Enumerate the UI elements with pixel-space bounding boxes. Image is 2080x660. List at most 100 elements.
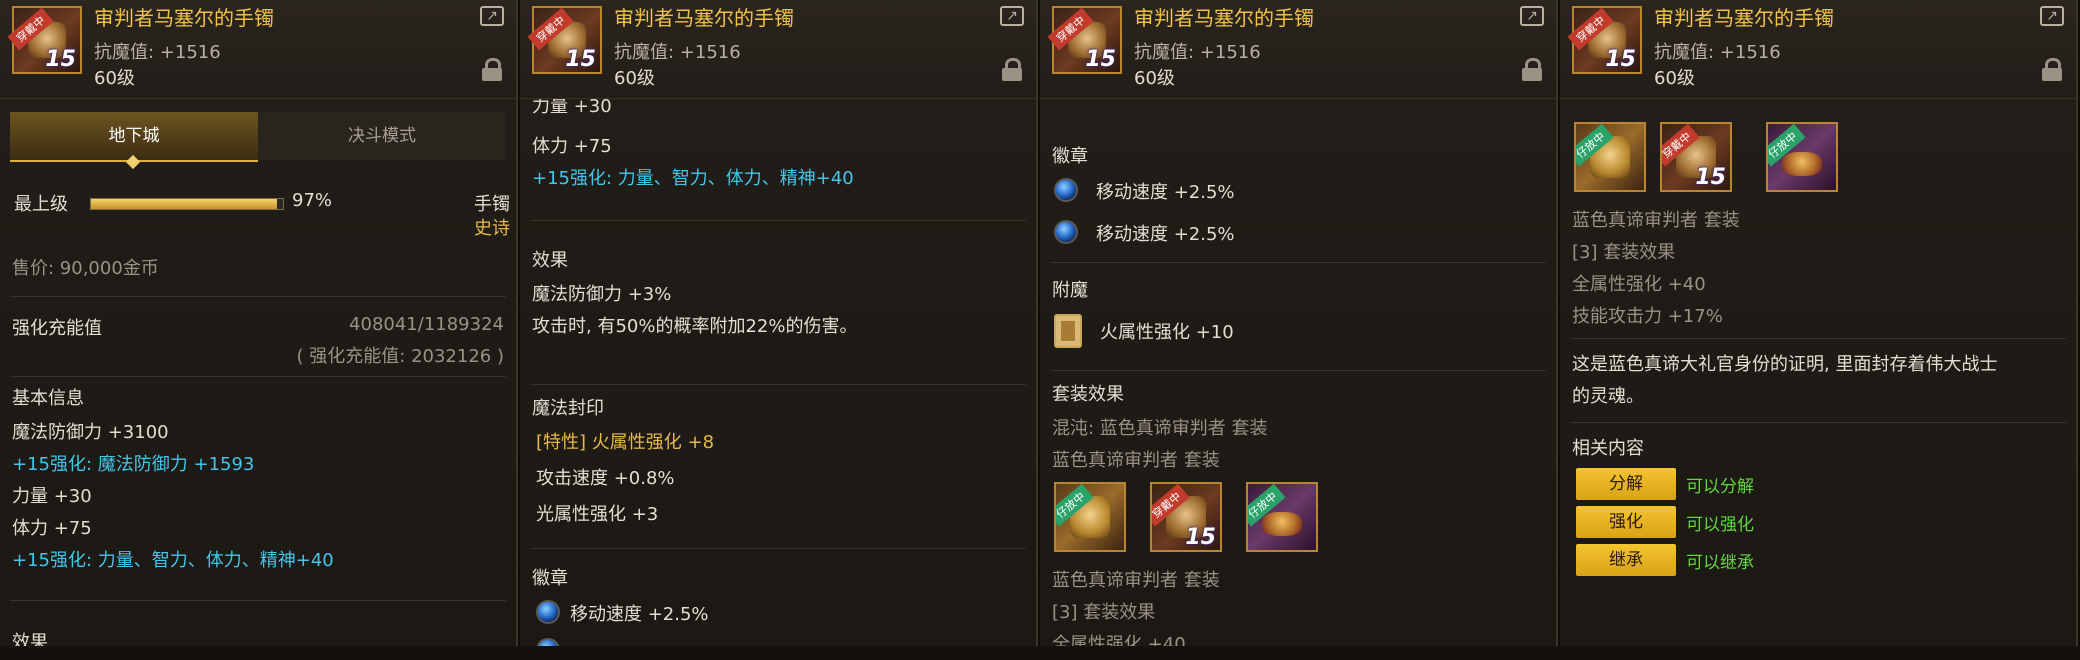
enhance-button[interactable]: 强化 bbox=[1576, 506, 1676, 538]
expand-icon[interactable]: ↗ bbox=[1000, 6, 1024, 26]
effect-title: 效果 bbox=[12, 632, 48, 646]
enchant-card-icon bbox=[1054, 314, 1082, 348]
emblem-icon bbox=[536, 600, 560, 624]
related-title: 相关内容 bbox=[1572, 438, 1644, 459]
tab-dungeon[interactable]: 地下城 bbox=[10, 112, 258, 162]
item-name: 审判者马塞尔的手镯 bbox=[1134, 6, 1314, 30]
effect-title: 效果 bbox=[532, 250, 568, 271]
basic-line: +15强化: 力量、智力、体力、精神+40 bbox=[12, 550, 334, 571]
tooltip-panel-1: 穿戴中 15 审判者马塞尔的手镯 抗魔值: +1516 60级 ↗ 地下城 决斗… bbox=[0, 0, 518, 646]
item-level: 60级 bbox=[614, 68, 655, 89]
inherit-button[interactable]: 继承 bbox=[1576, 544, 1676, 576]
charge-value: 408041/1189324 bbox=[349, 314, 504, 335]
stat-line: +15强化: 力量、智力、体力、精神+40 bbox=[532, 168, 854, 189]
background-strip bbox=[0, 646, 2080, 660]
emblem-line: 移动速度 +2.5% bbox=[570, 604, 709, 625]
basic-line: +15强化: 魔法防御力 +1593 bbox=[12, 454, 255, 475]
expand-icon[interactable]: ↗ bbox=[1520, 6, 1544, 26]
charge-sub: ( 强化充能值: 2032126 ) bbox=[296, 346, 504, 367]
set-bonus: [3] 套装效果 bbox=[1572, 242, 1676, 263]
divider bbox=[1570, 422, 2066, 423]
set-item-ring-icon[interactable]: 仔放中 bbox=[1246, 482, 1318, 552]
divider bbox=[530, 548, 1026, 549]
basic-info-title: 基本信息 bbox=[12, 388, 84, 409]
item-level: 60级 bbox=[94, 68, 135, 89]
seal-trait: [特性] 火属性强化 +8 bbox=[536, 432, 715, 453]
set-name: 蓝色真谛审判者 套装 bbox=[1052, 570, 1220, 591]
expand-icon[interactable]: ↗ bbox=[480, 6, 504, 26]
bracelet-icon: 穿戴中 15 bbox=[1047, 6, 1122, 74]
tab-duel[interactable]: 决斗模式 bbox=[258, 112, 506, 160]
basic-line: 力量 +30 bbox=[12, 486, 92, 507]
expand-icon[interactable]: ↗ bbox=[2040, 6, 2064, 26]
lock-icon[interactable] bbox=[1522, 58, 1542, 81]
enchant-title: 附魔 bbox=[1052, 280, 1088, 301]
set-item-helmet-icon[interactable]: 仔放中 bbox=[1054, 482, 1126, 552]
bracelet-icon: 穿戴中 15 bbox=[1567, 6, 1642, 74]
effect-line: 魔法防御力 +3% bbox=[532, 284, 672, 305]
item-name: 审判者马塞尔的手镯 bbox=[614, 6, 794, 30]
enhance-level: 15 bbox=[1085, 47, 1116, 72]
grade-bar bbox=[90, 198, 284, 210]
tooltip-panel-3: 穿戴中 15 审判者马塞尔的手镯 抗魔值: +1516 60级 ↗ 徽章 移动速… bbox=[1040, 0, 1558, 646]
stat-line: 体力 +75 bbox=[532, 136, 612, 157]
item-header: 穿戴中 15 审判者马塞尔的手镯 抗魔值: +1516 60级 ↗ bbox=[1040, 0, 1556, 99]
item-type: 手镯 bbox=[474, 194, 510, 215]
divider bbox=[530, 220, 1026, 221]
set-bonus-line: 技能攻击力 +17% bbox=[1572, 306, 1723, 327]
bracelet-icon: 穿戴中 15 bbox=[7, 6, 82, 74]
enhance-level: 15 bbox=[1605, 47, 1636, 72]
seal-title: 魔法封印 bbox=[532, 398, 604, 419]
item-name: 审判者马塞尔的手镯 bbox=[94, 6, 274, 30]
lock-icon[interactable] bbox=[2042, 58, 2062, 81]
divider bbox=[1050, 262, 1546, 263]
action-label: 可以强化 bbox=[1686, 515, 1754, 535]
mode-tabs: 地下城 决斗模式 bbox=[10, 112, 506, 162]
effect-line: 攻击时, 有50%的概率附加22%的伤害。 bbox=[532, 316, 858, 337]
set-item-bracelet-icon[interactable]: 穿戴中 15 bbox=[1150, 482, 1222, 552]
set-bonus-line: 全属性强化 +40 bbox=[1572, 274, 1706, 295]
item-stat: 抗魔值: +1516 bbox=[1654, 42, 1781, 63]
tooltip-panel-2: 力量 +30 穿戴中 15 审判者马塞尔的手镯 抗魔值: +1516 60级 ↗… bbox=[520, 0, 1038, 646]
set-item-bracelet-icon[interactable]: 穿戴中 15 bbox=[1660, 122, 1732, 192]
item-stat: 抗魔值: +1516 bbox=[1134, 42, 1261, 63]
set-line: 混沌: 蓝色真谛审判者 套装 bbox=[1052, 418, 1268, 439]
item-rarity: 史诗 bbox=[474, 218, 510, 239]
emblem-icon bbox=[536, 638, 560, 646]
set-line: 蓝色真谛审判者 套装 bbox=[1052, 450, 1220, 471]
grade-label: 最上级 bbox=[14, 194, 68, 215]
item-header: 穿戴中 15 审判者马塞尔的手镯 抗魔值: +1516 60级 ↗ bbox=[0, 0, 516, 99]
divider bbox=[10, 296, 506, 297]
seal-line: 攻击速度 +0.8% bbox=[536, 468, 675, 489]
item-header: 穿戴中 15 审判者马塞尔的手镯 抗魔值: +1516 60级 ↗ bbox=[1560, 0, 2076, 99]
divider bbox=[1050, 370, 1546, 371]
set-name: 蓝色真谛审判者 套装 bbox=[1572, 210, 1740, 231]
set-item-ring-icon[interactable]: 仔放中 bbox=[1766, 122, 1838, 192]
set-bonus: [3] 套装效果 bbox=[1052, 602, 1156, 623]
emblem-title: 徽章 bbox=[532, 568, 568, 589]
item-name: 审判者马塞尔的手镯 bbox=[1654, 6, 1834, 30]
charge-label: 强化充能值 bbox=[12, 318, 102, 339]
bracelet-icon: 穿戴中 15 bbox=[527, 6, 602, 74]
item-description: 的灵魂。 bbox=[1572, 386, 1644, 407]
grade-percent: 97% bbox=[292, 190, 333, 211]
enhance-level: 15 bbox=[45, 47, 76, 72]
item-header: 穿戴中 15 审判者马塞尔的手镯 抗魔值: +1516 60级 ↗ bbox=[520, 0, 1036, 99]
item-stat: 抗魔值: +1516 bbox=[94, 42, 221, 63]
emblem-title: 徽章 bbox=[1052, 146, 1088, 167]
emblem-line: 移动速度 +2.5% bbox=[1096, 224, 1235, 245]
item-level: 60级 bbox=[1134, 68, 1175, 89]
emblem-icon bbox=[1054, 220, 1078, 244]
divider bbox=[10, 376, 506, 377]
action-label: 可以分解 bbox=[1686, 477, 1754, 497]
lock-icon[interactable] bbox=[1002, 58, 1022, 81]
emblem-line: 移动速度 +2.5% bbox=[1096, 182, 1235, 203]
divider bbox=[1570, 338, 2066, 339]
lock-icon[interactable] bbox=[482, 58, 502, 81]
set-bonus-line: 全属性强化 +40 bbox=[1052, 634, 1186, 646]
tooltip-panel-4: 穿戴中 15 审判者马塞尔的手镯 抗魔值: +1516 60级 ↗ 仔放中 穿戴… bbox=[1560, 0, 2078, 646]
set-item-helmet-icon[interactable]: 仔放中 bbox=[1574, 122, 1646, 192]
disassemble-button[interactable]: 分解 bbox=[1576, 468, 1676, 500]
enchant-line: 火属性强化 +10 bbox=[1100, 322, 1234, 343]
set-effect-title: 套装效果 bbox=[1052, 384, 1124, 405]
